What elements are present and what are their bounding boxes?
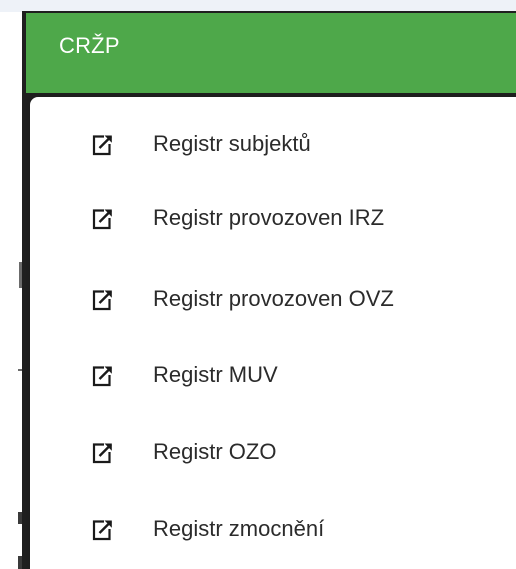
external-link-icon bbox=[90, 207, 114, 231]
external-link-icon bbox=[90, 364, 114, 388]
menu-item-registr-provozoven-irz[interactable]: Registr provozoven IRZ bbox=[30, 193, 516, 243]
screen: CRŽP Registr subjektů Registr provozoven… bbox=[0, 0, 516, 569]
menu-item-registr-muv[interactable]: Registr MUV bbox=[30, 350, 516, 400]
external-link-icon bbox=[90, 288, 114, 312]
menu-item-registr-provozoven-ovz[interactable]: Registr provozoven OVZ bbox=[30, 274, 516, 324]
external-link-icon bbox=[90, 441, 114, 465]
menu-item-registr-zmocneni[interactable]: Registr zmocnění bbox=[30, 504, 516, 554]
menu-item-label: Registr OZO bbox=[153, 439, 277, 464]
menu-header: CRŽP bbox=[26, 13, 516, 93]
menu-item-label: Registr provozoven IRZ bbox=[153, 205, 385, 230]
menu-item-label: Registr subjektů bbox=[153, 131, 311, 156]
dropdown-menu: Registr subjektů Registr provozoven IRZ bbox=[30, 97, 516, 569]
menu-header-title: CRŽP bbox=[59, 33, 120, 58]
menu-item-label: Registr provozoven OVZ bbox=[153, 286, 394, 311]
external-link-icon bbox=[90, 133, 114, 157]
menu-item-registr-ozo[interactable]: Registr OZO bbox=[30, 427, 516, 477]
menu-item-label: Registr MUV bbox=[153, 362, 278, 387]
menu-item-label: Registr zmocnění bbox=[153, 516, 325, 541]
menu-item-registr-subjektu[interactable]: Registr subjektů bbox=[30, 119, 516, 169]
external-link-icon bbox=[90, 518, 114, 542]
